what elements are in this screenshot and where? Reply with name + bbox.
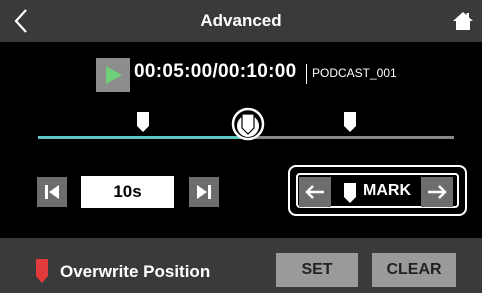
header-bar: Advanced	[0, 0, 482, 42]
timeline-played	[38, 136, 248, 139]
project-name: PODCAST_001	[312, 66, 397, 80]
arrow-right-icon	[428, 185, 447, 199]
playhead-handle[interactable]	[228, 104, 268, 144]
home-button[interactable]	[452, 10, 474, 32]
marker-1[interactable]	[137, 112, 149, 132]
marker-3[interactable]	[344, 112, 356, 132]
time-display: 00:05:00/00:10:00	[134, 61, 297, 82]
skip-forward-button[interactable]	[189, 177, 219, 207]
home-icon	[453, 12, 473, 30]
mark-marker-icon-wrap	[344, 183, 356, 203]
marker-icon	[344, 112, 356, 132]
next-mark-button[interactable]	[421, 177, 453, 207]
skip-forward-icon	[197, 185, 211, 199]
skip-back-button[interactable]	[37, 177, 67, 207]
play-icon	[106, 66, 122, 84]
arrow-left-icon	[305, 185, 324, 199]
marker-icon	[137, 112, 149, 132]
clear-button[interactable]: CLEAR	[372, 253, 456, 287]
marker-icon	[344, 183, 356, 203]
timeline-remaining[interactable]	[248, 136, 454, 139]
skip-interval-value[interactable]: 10s	[81, 176, 174, 208]
overwrite-position-label: Overwrite Position	[60, 262, 211, 281]
page-title: Advanced	[200, 11, 282, 30]
mark-label: MARK	[363, 182, 411, 199]
divider	[306, 64, 307, 84]
play-button[interactable]	[96, 58, 130, 92]
set-button[interactable]: SET	[276, 253, 358, 287]
marker-red-icon	[36, 259, 48, 283]
skip-back-icon	[45, 185, 59, 199]
playhead-icon	[231, 107, 265, 141]
previous-mark-button[interactable]	[299, 177, 331, 207]
